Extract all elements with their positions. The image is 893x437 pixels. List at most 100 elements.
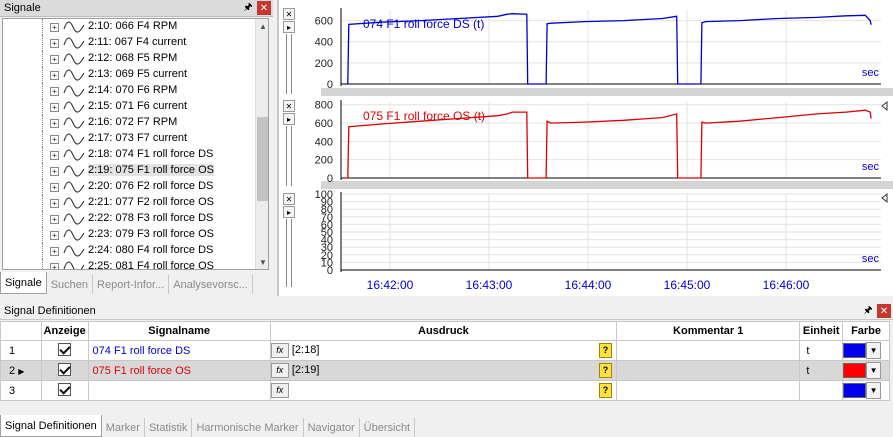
chart-splitter[interactable] xyxy=(286,34,292,94)
chart-menu-icon[interactable]: ▸ xyxy=(283,21,295,33)
expand-icon[interactable]: + xyxy=(50,87,59,96)
signal-tree-item[interactable]: +2:11: 067 F4 current xyxy=(3,35,268,51)
chevron-down-icon[interactable]: ▼ xyxy=(866,382,882,399)
chart-menu-icon[interactable]: ▸ xyxy=(283,206,295,218)
signal-tree-item[interactable]: +2:25: 081 F4 roll force OS xyxy=(3,259,268,269)
tab-signale_panel-2[interactable]: Report-Infor... xyxy=(93,275,170,294)
tab-definitions-0[interactable]: Signal Definitionen xyxy=(0,415,102,437)
anzeige-checkbox[interactable] xyxy=(58,362,72,376)
close-icon[interactable]: ✕ xyxy=(877,304,891,318)
signalname-cell[interactable]: 074 F1 roll force DS xyxy=(87,340,271,361)
anzeige-cell[interactable] xyxy=(40,340,89,361)
signal-tree-item[interactable]: +2:10: 066 F4 RPM xyxy=(3,19,268,35)
farbe-cell[interactable]: ▼ xyxy=(842,340,890,361)
chart-splitter[interactable] xyxy=(286,126,292,186)
col-ausdruck[interactable]: Ausdruck xyxy=(269,321,618,341)
tab-definitions-2[interactable]: Statistik xyxy=(145,418,193,437)
help-icon[interactable]: ? xyxy=(599,363,613,378)
signal-tree-item[interactable]: +2:18: 074 F1 roll force DS xyxy=(3,147,268,163)
col-farbe[interactable]: Farbe xyxy=(842,321,890,341)
expand-icon[interactable]: + xyxy=(50,135,59,144)
expand-icon[interactable]: + xyxy=(50,39,59,48)
pin-icon[interactable]: 🖈 xyxy=(241,1,255,15)
expand-icon[interactable]: + xyxy=(50,199,59,208)
expand-icon[interactable]: + xyxy=(50,167,59,176)
expand-icon[interactable]: + xyxy=(50,55,59,64)
tab-signale_panel-1[interactable]: Suchen xyxy=(47,275,94,294)
color-swatch[interactable] xyxy=(843,383,867,398)
table-row[interactable]: 1 074 F1 roll force DS fx [2:18]? t ▼ xyxy=(0,340,890,361)
help-icon[interactable]: ? xyxy=(599,343,613,358)
col-einheit[interactable]: Einheit xyxy=(799,321,844,341)
help-icon[interactable]: ? xyxy=(599,383,613,398)
expand-icon[interactable]: + xyxy=(50,247,59,256)
ausdruck-cell[interactable]: fx ? xyxy=(269,380,618,401)
kommentar-cell[interactable] xyxy=(616,360,801,381)
signalname-cell[interactable]: 075 F1 roll force OS xyxy=(87,360,271,381)
color-swatch[interactable] xyxy=(843,343,867,358)
scroll-down-icon[interactable]: ▼ xyxy=(256,255,268,269)
chart-splitter[interactable] xyxy=(286,219,292,287)
kommentar-cell[interactable] xyxy=(616,340,801,361)
einheit-cell[interactable]: t xyxy=(799,360,844,381)
table-row[interactable]: 2 ▶ 075 F1 roll force OS fx [2:19]? t ▼ xyxy=(0,360,890,381)
signal-tree-item[interactable]: +2:14: 070 F6 RPM xyxy=(3,83,268,99)
signal-tree-item[interactable]: +2:24: 080 F4 roll force DS xyxy=(3,243,268,259)
signal-tree-item[interactable]: +2:13: 069 F5 current xyxy=(3,67,268,83)
close-chart-icon[interactable]: ✕ xyxy=(283,193,295,205)
expand-icon[interactable]: + xyxy=(50,119,59,128)
scroll-up-icon[interactable]: ▲ xyxy=(256,19,268,33)
col-anzeige[interactable]: Anzeige xyxy=(40,321,89,341)
expand-icon[interactable]: + xyxy=(50,23,59,32)
signal-tree-item[interactable]: +2:20: 076 F2 roll force DS xyxy=(3,179,268,195)
expand-icon[interactable]: + xyxy=(50,71,59,80)
tab-definitions-5[interactable]: Übersicht xyxy=(360,418,416,437)
kommentar-cell[interactable] xyxy=(616,380,801,401)
anzeige-checkbox[interactable] xyxy=(58,342,72,356)
expand-icon[interactable]: + xyxy=(50,151,59,160)
signal-tree-item[interactable]: +2:12: 068 F5 RPM xyxy=(3,51,268,67)
tab-definitions-4[interactable]: Navigator xyxy=(304,418,360,437)
ausdruck-cell[interactable]: fx [2:18]? xyxy=(269,340,618,361)
col-signalname[interactable]: Signalname xyxy=(87,321,271,341)
color-swatch[interactable] xyxy=(843,363,867,378)
tree-scrollbar[interactable]: ▲ ▼ xyxy=(255,19,268,269)
signal-tree-item[interactable]: +2:17: 073 F7 current xyxy=(3,131,268,147)
signal-tree-item[interactable]: +2:22: 078 F3 roll force DS xyxy=(3,211,268,227)
pin-icon[interactable]: 🖈 xyxy=(861,304,875,318)
einheit-cell[interactable]: t xyxy=(799,340,844,361)
anzeige-cell[interactable] xyxy=(40,380,89,401)
einheit-cell[interactable] xyxy=(799,380,844,401)
tab-definitions-1[interactable]: Marker xyxy=(102,418,145,437)
fx-icon[interactable]: fx xyxy=(271,343,289,358)
close-chart-icon[interactable]: ✕ xyxy=(283,8,295,20)
tab-signale_panel-0[interactable]: Signale xyxy=(0,272,47,294)
scroll-thumb[interactable] xyxy=(257,117,268,201)
close-chart-icon[interactable]: ✕ xyxy=(283,100,295,112)
expand-icon[interactable]: + xyxy=(50,263,59,269)
col-kommentar[interactable]: Kommentar 1 xyxy=(616,321,801,341)
ausdruck-cell[interactable]: fx [2:19]? xyxy=(269,360,618,381)
signalname-cell[interactable] xyxy=(87,380,271,401)
signal-tree-item[interactable]: +2:16: 072 F7 RPM xyxy=(3,115,268,131)
anzeige-cell[interactable] xyxy=(40,360,89,381)
expand-icon[interactable]: + xyxy=(50,215,59,224)
tab-signale_panel-3[interactable]: Analysevorsc... xyxy=(169,275,253,294)
expand-icon[interactable]: + xyxy=(50,231,59,240)
chevron-down-icon[interactable]: ▼ xyxy=(866,342,882,359)
farbe-cell[interactable]: ▼ xyxy=(842,380,890,401)
farbe-cell[interactable]: ▼ xyxy=(842,360,890,381)
signal-tree-item[interactable]: +2:23: 079 F3 roll force OS xyxy=(3,227,268,243)
anzeige-checkbox[interactable] xyxy=(58,382,72,396)
expand-icon[interactable]: + xyxy=(50,183,59,192)
fx-icon[interactable]: fx xyxy=(271,383,289,398)
signal-tree-item[interactable]: +2:15: 071 F6 current xyxy=(3,99,268,115)
expand-icon[interactable]: + xyxy=(50,103,59,112)
tab-definitions-3[interactable]: Harmonische Marker xyxy=(192,418,304,437)
signal-tree-item[interactable]: +2:21: 077 F2 roll force OS xyxy=(3,195,268,211)
table-row[interactable]: 3 fx ? ▼ xyxy=(0,380,890,401)
chart-menu-icon[interactable]: ▸ xyxy=(283,113,295,125)
fx-icon[interactable]: fx xyxy=(271,363,289,378)
signal-tree-item[interactable]: +2:19: 075 F1 roll force OS xyxy=(3,163,268,179)
close-icon[interactable]: ✕ xyxy=(257,1,271,15)
